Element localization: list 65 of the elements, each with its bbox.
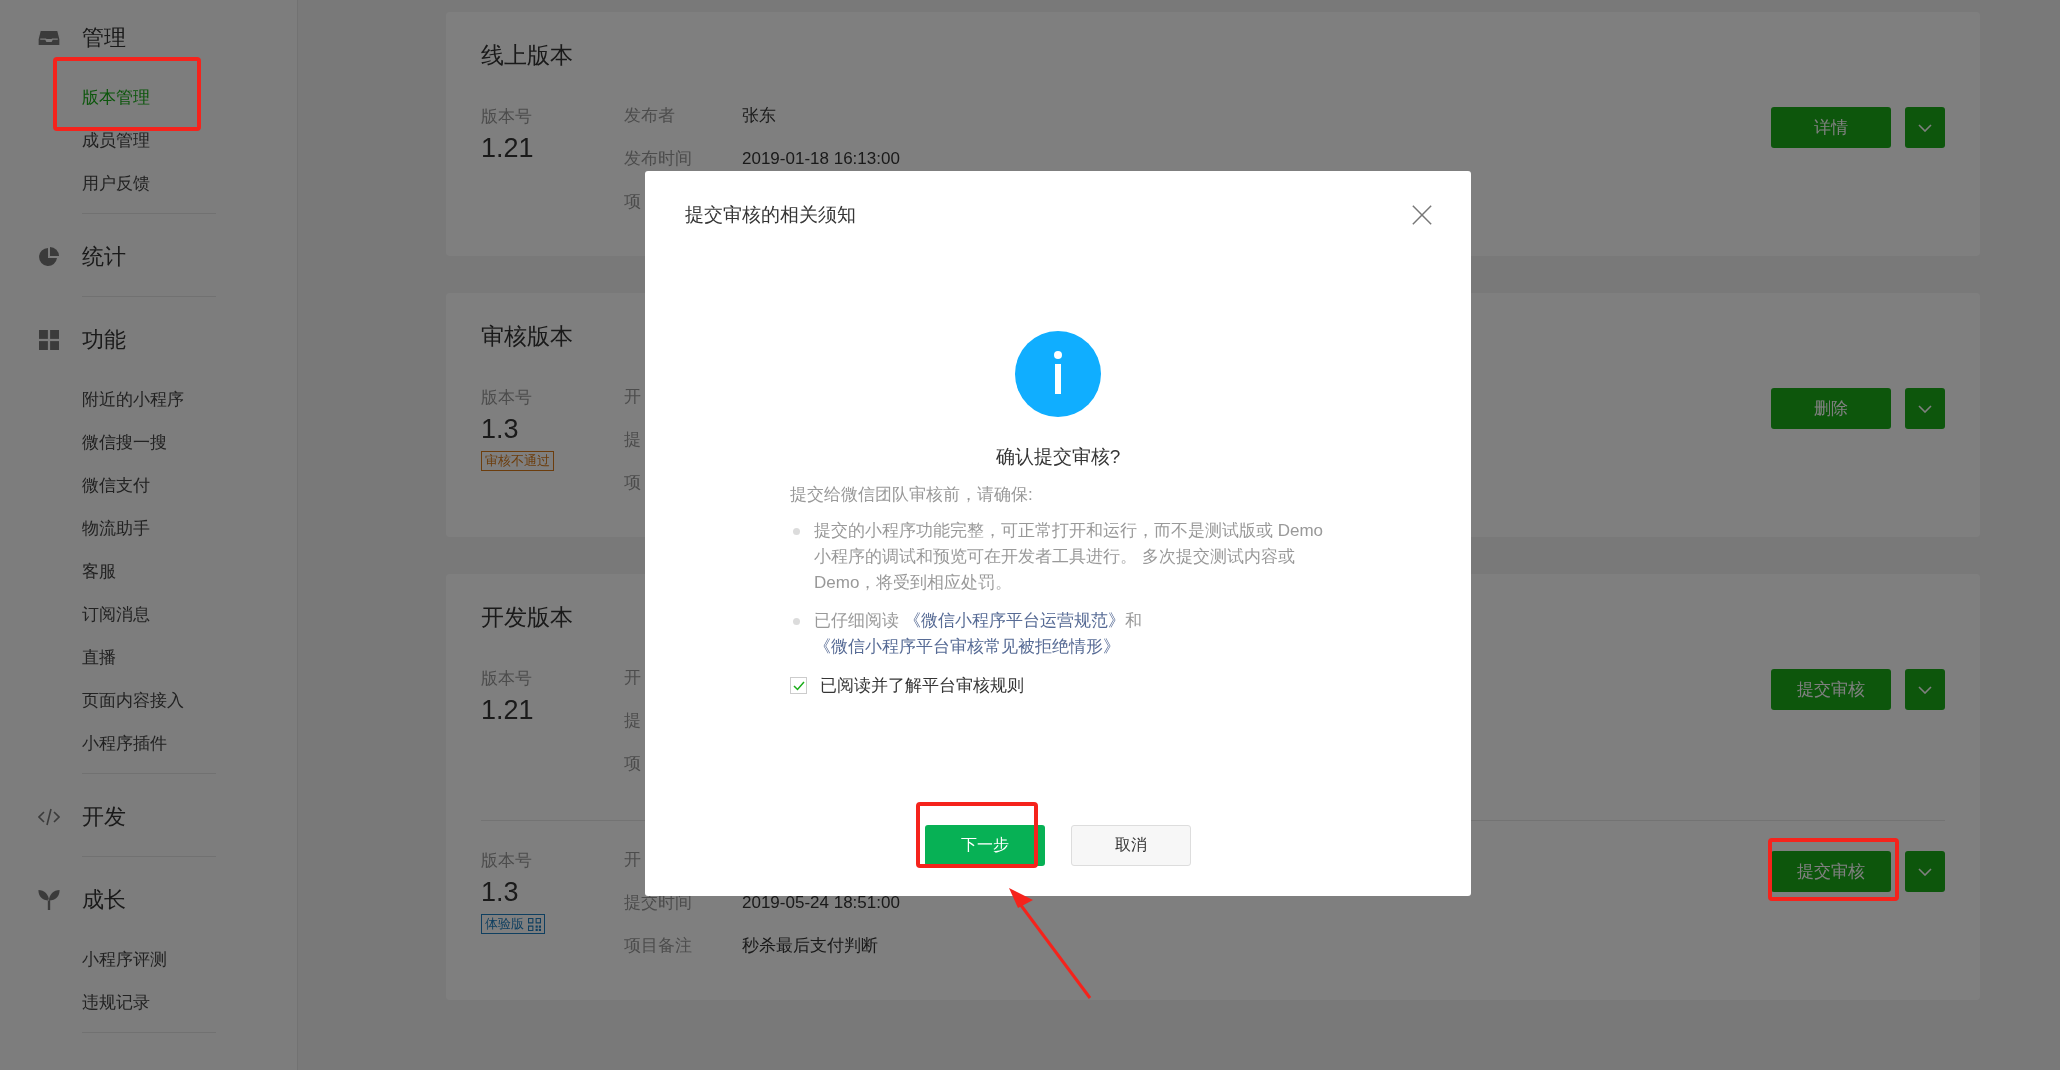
nav-item[interactable]: 订阅消息 [0, 593, 297, 636]
notice-text: 提交的小程序功能完整，可正常打开和运行，而不是测试版或 Demo 小程序的调试和预览可在开发者工具进行。 多次提交测试内容或 Demo，将受到相应处罚。 [814, 520, 1325, 594]
card-title: 线上版本 [481, 41, 573, 70]
nav-item[interactable]: 页面内容接入 [0, 679, 297, 722]
version-number: 1.21 [481, 695, 535, 726]
qr-code-icon[interactable] [528, 917, 541, 931]
nav-item[interactable]: 微信搜一搜 [0, 421, 297, 464]
field-value: 秒杀最后支付判断 [742, 935, 878, 957]
checkbox-label[interactable]: 已阅读并了解平台审核规则 [820, 674, 1024, 697]
bullet-dot [793, 618, 800, 625]
nav-item[interactable]: 微信支付 [0, 464, 297, 507]
cancel-button[interactable]: 取消 [1071, 825, 1191, 866]
nav-item[interactable]: 附近的小程序 [0, 378, 297, 421]
tag-label: 审核不通过 [485, 452, 550, 470]
info-icon [1015, 331, 1101, 417]
version-number: 1.3 [481, 414, 520, 445]
dialog-title: 提交审核的相关须知 [685, 203, 856, 227]
nav-item[interactable]: 版本管理 [0, 76, 297, 119]
field-value: 2019-01-18 16:13:00 [742, 148, 900, 170]
field-value: 张东 [742, 105, 776, 127]
version-number: 1.21 [481, 133, 535, 164]
action-button[interactable]: 提交审核 [1771, 851, 1891, 892]
dropdown-button[interactable] [1905, 669, 1945, 710]
nav-item[interactable]: 客服 [0, 550, 297, 593]
dropdown-button[interactable] [1905, 388, 1945, 429]
sprout-icon [38, 890, 60, 910]
caret-icon [1918, 123, 1932, 132]
notice-text: 已仔细阅读 《微信小程序平台运营规范》和 《微信小程序平台审核常见被拒绝情形》 [814, 610, 1143, 658]
rules-link[interactable]: 《微信小程序平台审核常见被拒绝情形》 [814, 637, 1120, 656]
code-icon [38, 807, 60, 827]
nav-group-title[interactable]: 成长 [82, 885, 126, 915]
action-button[interactable]: 提交审核 [1771, 669, 1891, 710]
nav-group-title[interactable]: 功能 [82, 325, 126, 355]
intro-text: 提交给微信团队审核前，请确保: [790, 484, 1034, 506]
action-button[interactable]: 详情 [1771, 107, 1891, 148]
next-button[interactable]: 下一步 [925, 825, 1045, 866]
caret-icon [1918, 867, 1932, 876]
nav-item[interactable]: 小程序评测 [0, 938, 297, 981]
caret-icon [1918, 404, 1932, 413]
nav-group-title[interactable]: 开发 [82, 802, 126, 832]
field-value: 2019-05-24 18:51:00 [742, 892, 900, 914]
nav-item[interactable]: 违规记录 [0, 981, 297, 1024]
nav-item[interactable]: 物流助手 [0, 507, 297, 550]
nav-group-title[interactable]: 管理 [82, 23, 126, 53]
nav-item[interactable]: 成员管理 [0, 119, 297, 162]
caret-icon [1918, 685, 1932, 694]
rules-link[interactable]: 《微信小程序平台运营规范》 [903, 611, 1125, 630]
nav-item[interactable]: 小程序插件 [0, 722, 297, 765]
nav-item[interactable]: 用户反馈 [0, 162, 297, 205]
version-number: 1.3 [481, 877, 520, 908]
nav-group-title[interactable]: 统计 [82, 242, 126, 272]
inbox-icon [38, 28, 60, 48]
card-title: 开发版本 [481, 603, 573, 632]
dropdown-button[interactable] [1905, 107, 1945, 148]
dialog-heading: 确认提交审核? [995, 445, 1121, 469]
card-title: 审核版本 [481, 322, 573, 351]
checkbox[interactable] [790, 677, 807, 694]
action-button[interactable]: 删除 [1771, 388, 1891, 429]
tag-label: 体验版 [485, 915, 524, 933]
pie-chart-icon [38, 247, 60, 267]
nav-item[interactable]: 直播 [0, 636, 297, 679]
bullet-dot [793, 528, 800, 535]
grid-icon [38, 330, 60, 350]
close-icon[interactable] [1411, 204, 1433, 226]
dropdown-button[interactable] [1905, 851, 1945, 892]
